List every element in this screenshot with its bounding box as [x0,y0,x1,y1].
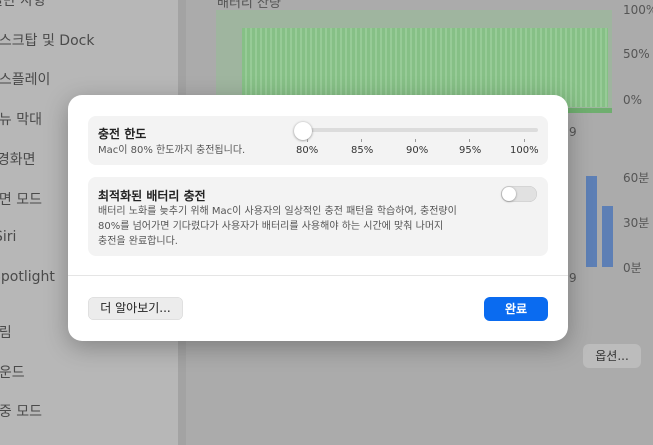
level-axis-label: 100% [623,3,653,17]
slider-tick [415,139,416,142]
slider-tick-label: 100% [510,145,539,156]
battery-charging-sheet: 충전 한도 Mac이 80% 한도까지 충전됩니다. 80% 85% 90% 9… [68,95,568,341]
usage-bar [586,176,597,267]
optimized-charging-description-line: 배터리 노화를 늦추기 위해 Mac이 사용자의 일상적인 충전 패턴을 학습하… [98,206,457,217]
level-axis-label: 50% [623,47,650,61]
charge-limit-description: Mac이 80% 한도까지 충전됩니다. [98,145,246,156]
sidebar-item-focus[interactable]: 집중 모드 [0,401,42,421]
toggle-knob [502,187,516,201]
usage-axis-label: 30분 [623,216,650,230]
charge-limit-title: 충전 한도 [98,127,147,141]
slider-tick [469,139,470,142]
sidebar-item-siri[interactable]: Siri [0,229,16,245]
sidebar-item-spotlight[interactable]: Spotlight [0,269,55,285]
sidebar-item-sound[interactable]: 사운드 [0,362,25,382]
usage-bar [602,206,613,267]
usage-axis-label: 0분 [623,261,642,275]
sheet-divider [68,275,568,276]
slider-tick-label: 90% [406,145,429,156]
slider-tick-label: 95% [459,145,482,156]
optimized-charging-title: 최적화된 배터리 충전 [98,189,206,203]
charge-limit-slider-knob[interactable] [294,122,312,140]
slider-tick [361,139,362,142]
slider-tick-label: 80% [296,145,319,156]
level-axis-label: 0% [623,93,643,107]
slider-tick [524,139,525,142]
optimized-charging-group: 최적화된 배터리 충전 배터리 노화를 늦추기 위해 Mac이 사용자의 일상적… [88,177,548,256]
sidebar-item-wallpaper[interactable]: 배경화면 [0,149,36,169]
usage-axis-label: 60분 [623,171,650,185]
optimized-charging-description-line: 80%를 넘어가면 기다렸다가 사용자가 배터리를 사용해야 하는 시간에 맞춰… [98,221,444,232]
charge-limit-slider-track[interactable] [298,128,538,132]
slider-tick [307,139,308,142]
charge-limit-group: 충전 한도 Mac이 80% 한도까지 충전됩니다. 80% 85% 90% 9… [88,116,548,165]
slider-tick-label: 85% [351,145,374,156]
optimized-charging-description-line: 충전을 완료합니다. [98,236,178,247]
sidebar-item-desktop-dock[interactable]: 데스크탑 및 Dock [0,30,94,50]
options-button[interactable]: 옵션... [583,344,641,368]
learn-more-button[interactable]: 더 알아보기... [88,297,183,320]
optimized-charging-toggle[interactable] [501,186,537,202]
sidebar-item-notifications[interactable]: 알림 [0,322,12,342]
done-button[interactable]: 완료 [484,297,548,321]
sidebar-item-menu-bar[interactable]: 메뉴 막대 [0,109,42,129]
x-axis-tick: 9 [569,125,577,139]
sidebar-item-displays[interactable]: 디스플레이 [0,69,50,89]
x-axis-tick: 9 [569,271,577,285]
sidebar-item-screen-mode[interactable]: 화면 모드 [0,189,42,209]
sidebar-item-general[interactable]: 일반 사항 [0,0,46,10]
